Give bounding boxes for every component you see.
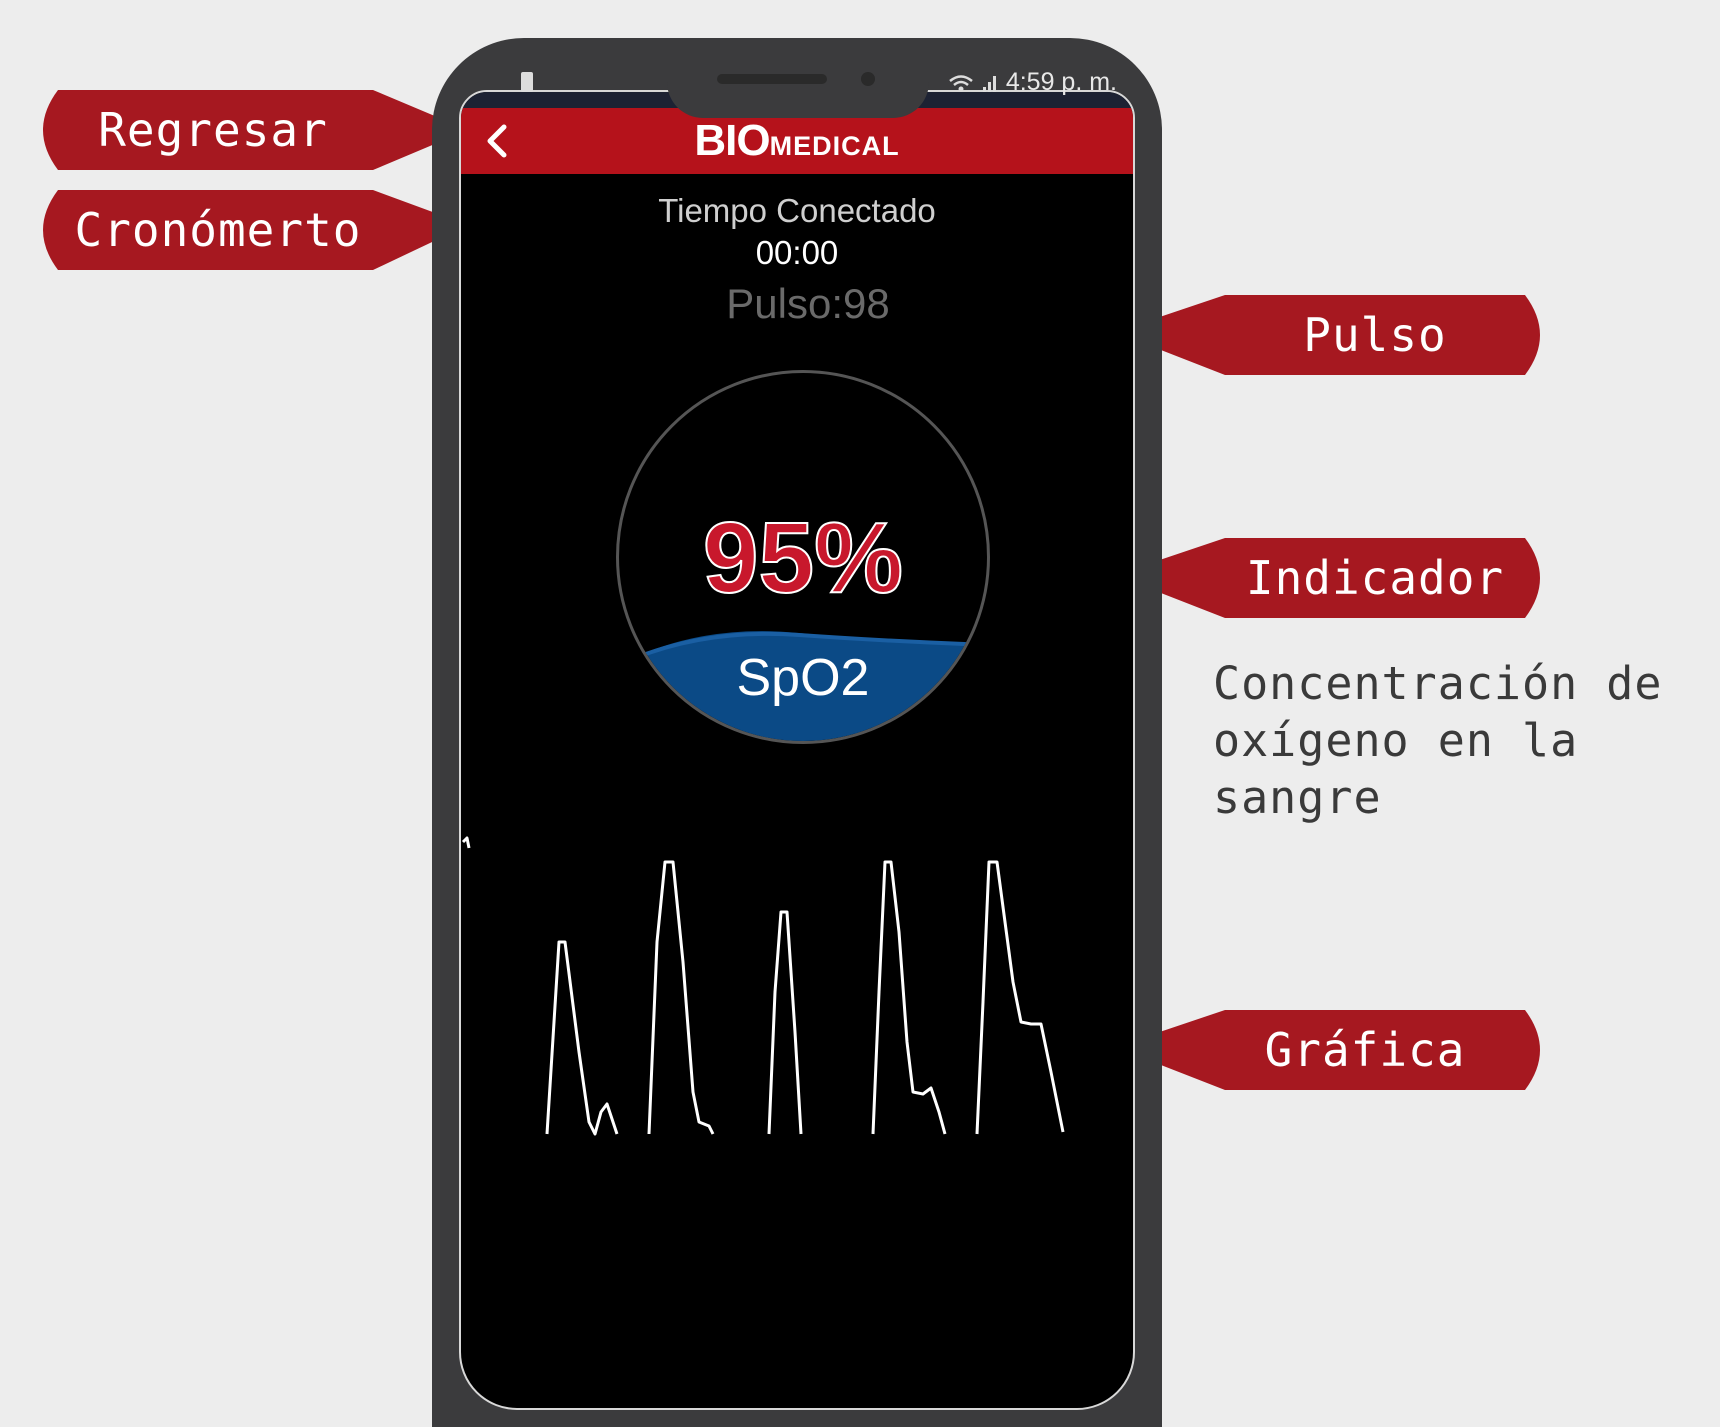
callout-cronometro-label: Cronómerto: [74, 203, 362, 257]
status-right: 4:59 p. m.: [948, 68, 1117, 97]
indicator-description-line1: Concentración de: [1213, 657, 1663, 710]
speaker-grille: [717, 74, 827, 84]
timer-label: Tiempo Conectado: [658, 192, 936, 229]
callout-grafica: Gráfica: [1115, 1005, 1555, 1095]
logo-medical: MEDICAL: [769, 131, 900, 161]
app-logo: BIOMEDICAL: [461, 116, 1133, 166]
front-camera: [861, 72, 875, 86]
logo-bio: BIO: [694, 116, 770, 165]
battery-icon: [521, 72, 533, 92]
spo2-value: 95%: [702, 502, 904, 614]
callout-grafica-label: Gráfica: [1264, 1023, 1466, 1077]
callout-indicador: Indicador: [1115, 533, 1555, 623]
spo2-label: SpO2: [736, 649, 870, 707]
phone-screen: BIOMEDICAL Tiempo Conectado 00:00 Pulso:…: [459, 90, 1135, 1410]
callout-indicador-label: Indicador: [1245, 551, 1505, 605]
status-time: 4:59 p. m.: [1005, 68, 1117, 96]
callout-regresar: Regresar: [28, 85, 468, 175]
phone-notch: [667, 60, 929, 118]
pulse-waveform-graph: [461, 836, 1065, 1136]
callout-cronometro: Cronómerto: [28, 185, 468, 275]
callout-pulso-label: Pulso: [1303, 308, 1447, 362]
spo2-gauge: 95% SpO2: [616, 370, 990, 744]
callout-pulso: Pulso: [1115, 290, 1555, 380]
wifi-icon: [949, 74, 973, 91]
indicator-description: Concentración de oxígeno en la sangre: [1213, 655, 1713, 826]
indicator-description-line2: oxígeno en la sangre: [1213, 714, 1579, 824]
pulse-readout: Pulso:98: [726, 280, 890, 327]
waveform-line: [461, 836, 1065, 1136]
callout-regresar-label: Regresar: [98, 103, 328, 157]
signal-icon: [982, 75, 996, 92]
timer-value: 00:00: [755, 234, 839, 271]
